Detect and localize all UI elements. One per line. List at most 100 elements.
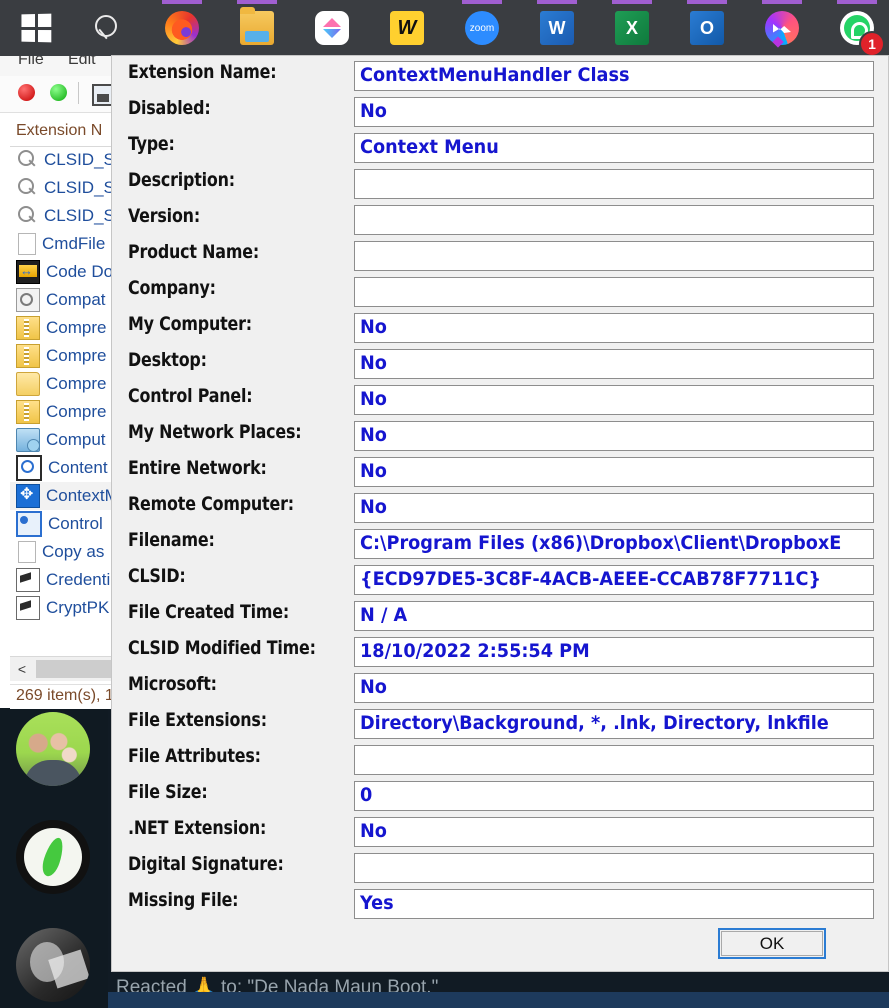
avatar-family[interactable]: [16, 712, 90, 786]
computer-icon: [16, 428, 40, 452]
property-value-field[interactable]: No: [354, 97, 874, 127]
taskbar-file-explorer[interactable]: [231, 0, 283, 56]
property-value: Directory\Background, *, .lnk, Directory…: [360, 712, 829, 734]
property-value-field[interactable]: Yes: [354, 889, 874, 919]
scroll-left-button[interactable]: <: [10, 657, 34, 681]
property-value-field[interactable]: Context Menu: [354, 133, 874, 163]
properties-form: Extension Name: ContextMenuHandler Class D…: [112, 56, 888, 971]
property-value-field[interactable]: [354, 277, 874, 307]
property-value: No: [360, 388, 387, 410]
word-icon: W: [540, 11, 574, 45]
taskbar-excel[interactable]: X: [606, 0, 658, 56]
messenger-bottom-bar: [108, 992, 889, 1008]
property-row: Version:: [128, 205, 874, 235]
property-value-field[interactable]: No: [354, 817, 874, 847]
context-menu-icon: [16, 484, 40, 508]
start-button[interactable]: [10, 0, 62, 56]
extension-name-cell: CryptPK: [46, 598, 110, 617]
property-label: .NET Extension:: [128, 817, 267, 839]
property-value-field[interactable]: [354, 853, 874, 883]
property-value-field[interactable]: No: [354, 349, 874, 379]
property-value-field[interactable]: No: [354, 313, 874, 343]
taskbar-outlook[interactable]: O: [681, 0, 733, 56]
taskbar-word[interactable]: W: [531, 0, 583, 56]
column-header-extension-name[interactable]: Extension N: [16, 122, 102, 140]
property-label: File Attributes:: [128, 745, 261, 767]
property-value-field[interactable]: N / A: [354, 601, 874, 631]
taskbar-messenger[interactable]: [756, 0, 808, 56]
property-value-field[interactable]: ContextMenuHandler Class: [354, 61, 874, 91]
property-value-field[interactable]: No: [354, 385, 874, 415]
property-value-field[interactable]: No: [354, 673, 874, 703]
property-value-field[interactable]: Directory\Background, *, .lnk, Directory…: [354, 709, 874, 739]
excel-icon: X: [615, 11, 649, 45]
property-value-field[interactable]: [354, 169, 874, 199]
avatar-leaf[interactable]: [16, 820, 90, 894]
property-label: Version:: [128, 205, 200, 227]
taskbar-whatsapp[interactable]: 1: [831, 0, 885, 57]
property-row: Extension Name: ContextMenuHandler Class: [128, 61, 874, 91]
extension-name-cell: ContextM: [46, 486, 119, 505]
credential-icon: [16, 568, 40, 592]
property-row: My Network Places: No: [128, 421, 874, 451]
avatar-portrait[interactable]: [16, 928, 90, 1002]
taskbar-zoom[interactable]: zoom: [456, 0, 508, 56]
extension-name-cell: CLSID_St: [44, 150, 120, 169]
property-label: Entire Network:: [128, 457, 267, 479]
property-row: File Attributes:: [128, 745, 874, 775]
property-row: Control Panel: No: [128, 385, 874, 415]
extension-name-cell: Copy as: [42, 542, 105, 561]
property-label: File Extensions:: [128, 709, 267, 731]
property-value: No: [360, 676, 387, 698]
property-row: Type: Context Menu: [128, 133, 874, 163]
disable-items-icon[interactable]: [18, 84, 35, 101]
property-value-field[interactable]: No: [354, 457, 874, 487]
property-row: Company:: [128, 277, 874, 307]
property-value-field[interactable]: [354, 745, 874, 775]
property-label: Missing File:: [128, 889, 239, 911]
property-label: Description:: [128, 169, 235, 191]
extension-name-cell: Compre: [46, 346, 107, 365]
property-value: C:\Program Files (x86)\Dropbox\Client\Dr…: [360, 532, 842, 554]
taskbar-clickup[interactable]: [306, 0, 358, 56]
property-label: My Computer:: [128, 313, 252, 335]
property-value-field[interactable]: {ECD97DE5-3C8F-4ACB-AEEE-CCAB78F7711C}: [354, 565, 874, 595]
ok-button[interactable]: OK: [718, 928, 826, 959]
property-value-field[interactable]: [354, 205, 874, 235]
taskbar-miro[interactable]: W: [381, 0, 433, 56]
clickup-icon: [315, 11, 349, 45]
search-button[interactable]: [80, 0, 132, 56]
extension-name-cell: Compre: [46, 318, 107, 337]
property-value-field[interactable]: C:\Program Files (x86)\Dropbox\Client\Dr…: [354, 529, 874, 559]
property-label: File Created Time:: [128, 601, 290, 623]
enable-items-icon[interactable]: [50, 84, 67, 101]
property-value-field[interactable]: No: [354, 493, 874, 523]
status-text: 269 item(s), 1: [16, 687, 114, 704]
folder-icon: [16, 372, 40, 396]
extension-name-cell: CmdFile: [42, 234, 106, 253]
property-value: N / A: [360, 604, 408, 626]
taskbar[interactable]: Wzoom W X O 1: [0, 0, 889, 57]
property-value-field[interactable]: No: [354, 421, 874, 451]
property-value: Context Menu: [360, 136, 499, 158]
zip-icon: [16, 344, 40, 368]
property-row: .NET Extension: No: [128, 817, 874, 847]
property-row: Disabled: No: [128, 97, 874, 127]
property-value: No: [360, 100, 387, 122]
property-value-field[interactable]: 18/10/2022 2:55:54 PM: [354, 637, 874, 667]
content-icon: [16, 455, 42, 481]
extension-name-cell: Compre: [46, 374, 107, 393]
property-row: Microsoft: No: [128, 673, 874, 703]
property-value-field[interactable]: [354, 241, 874, 271]
document-icon: [18, 233, 36, 255]
property-label: Remote Computer:: [128, 493, 294, 515]
taskbar-firefox[interactable]: [156, 0, 208, 56]
property-row: Missing File: Yes: [128, 889, 874, 919]
document-icon: [18, 541, 36, 563]
property-value: 18/10/2022 2:55:54 PM: [360, 640, 590, 662]
property-value: No: [360, 820, 387, 842]
compat-icon: [16, 288, 40, 312]
credential-icon: [16, 596, 40, 620]
property-label: Filename:: [128, 529, 215, 551]
property-value-field[interactable]: 0: [354, 781, 874, 811]
